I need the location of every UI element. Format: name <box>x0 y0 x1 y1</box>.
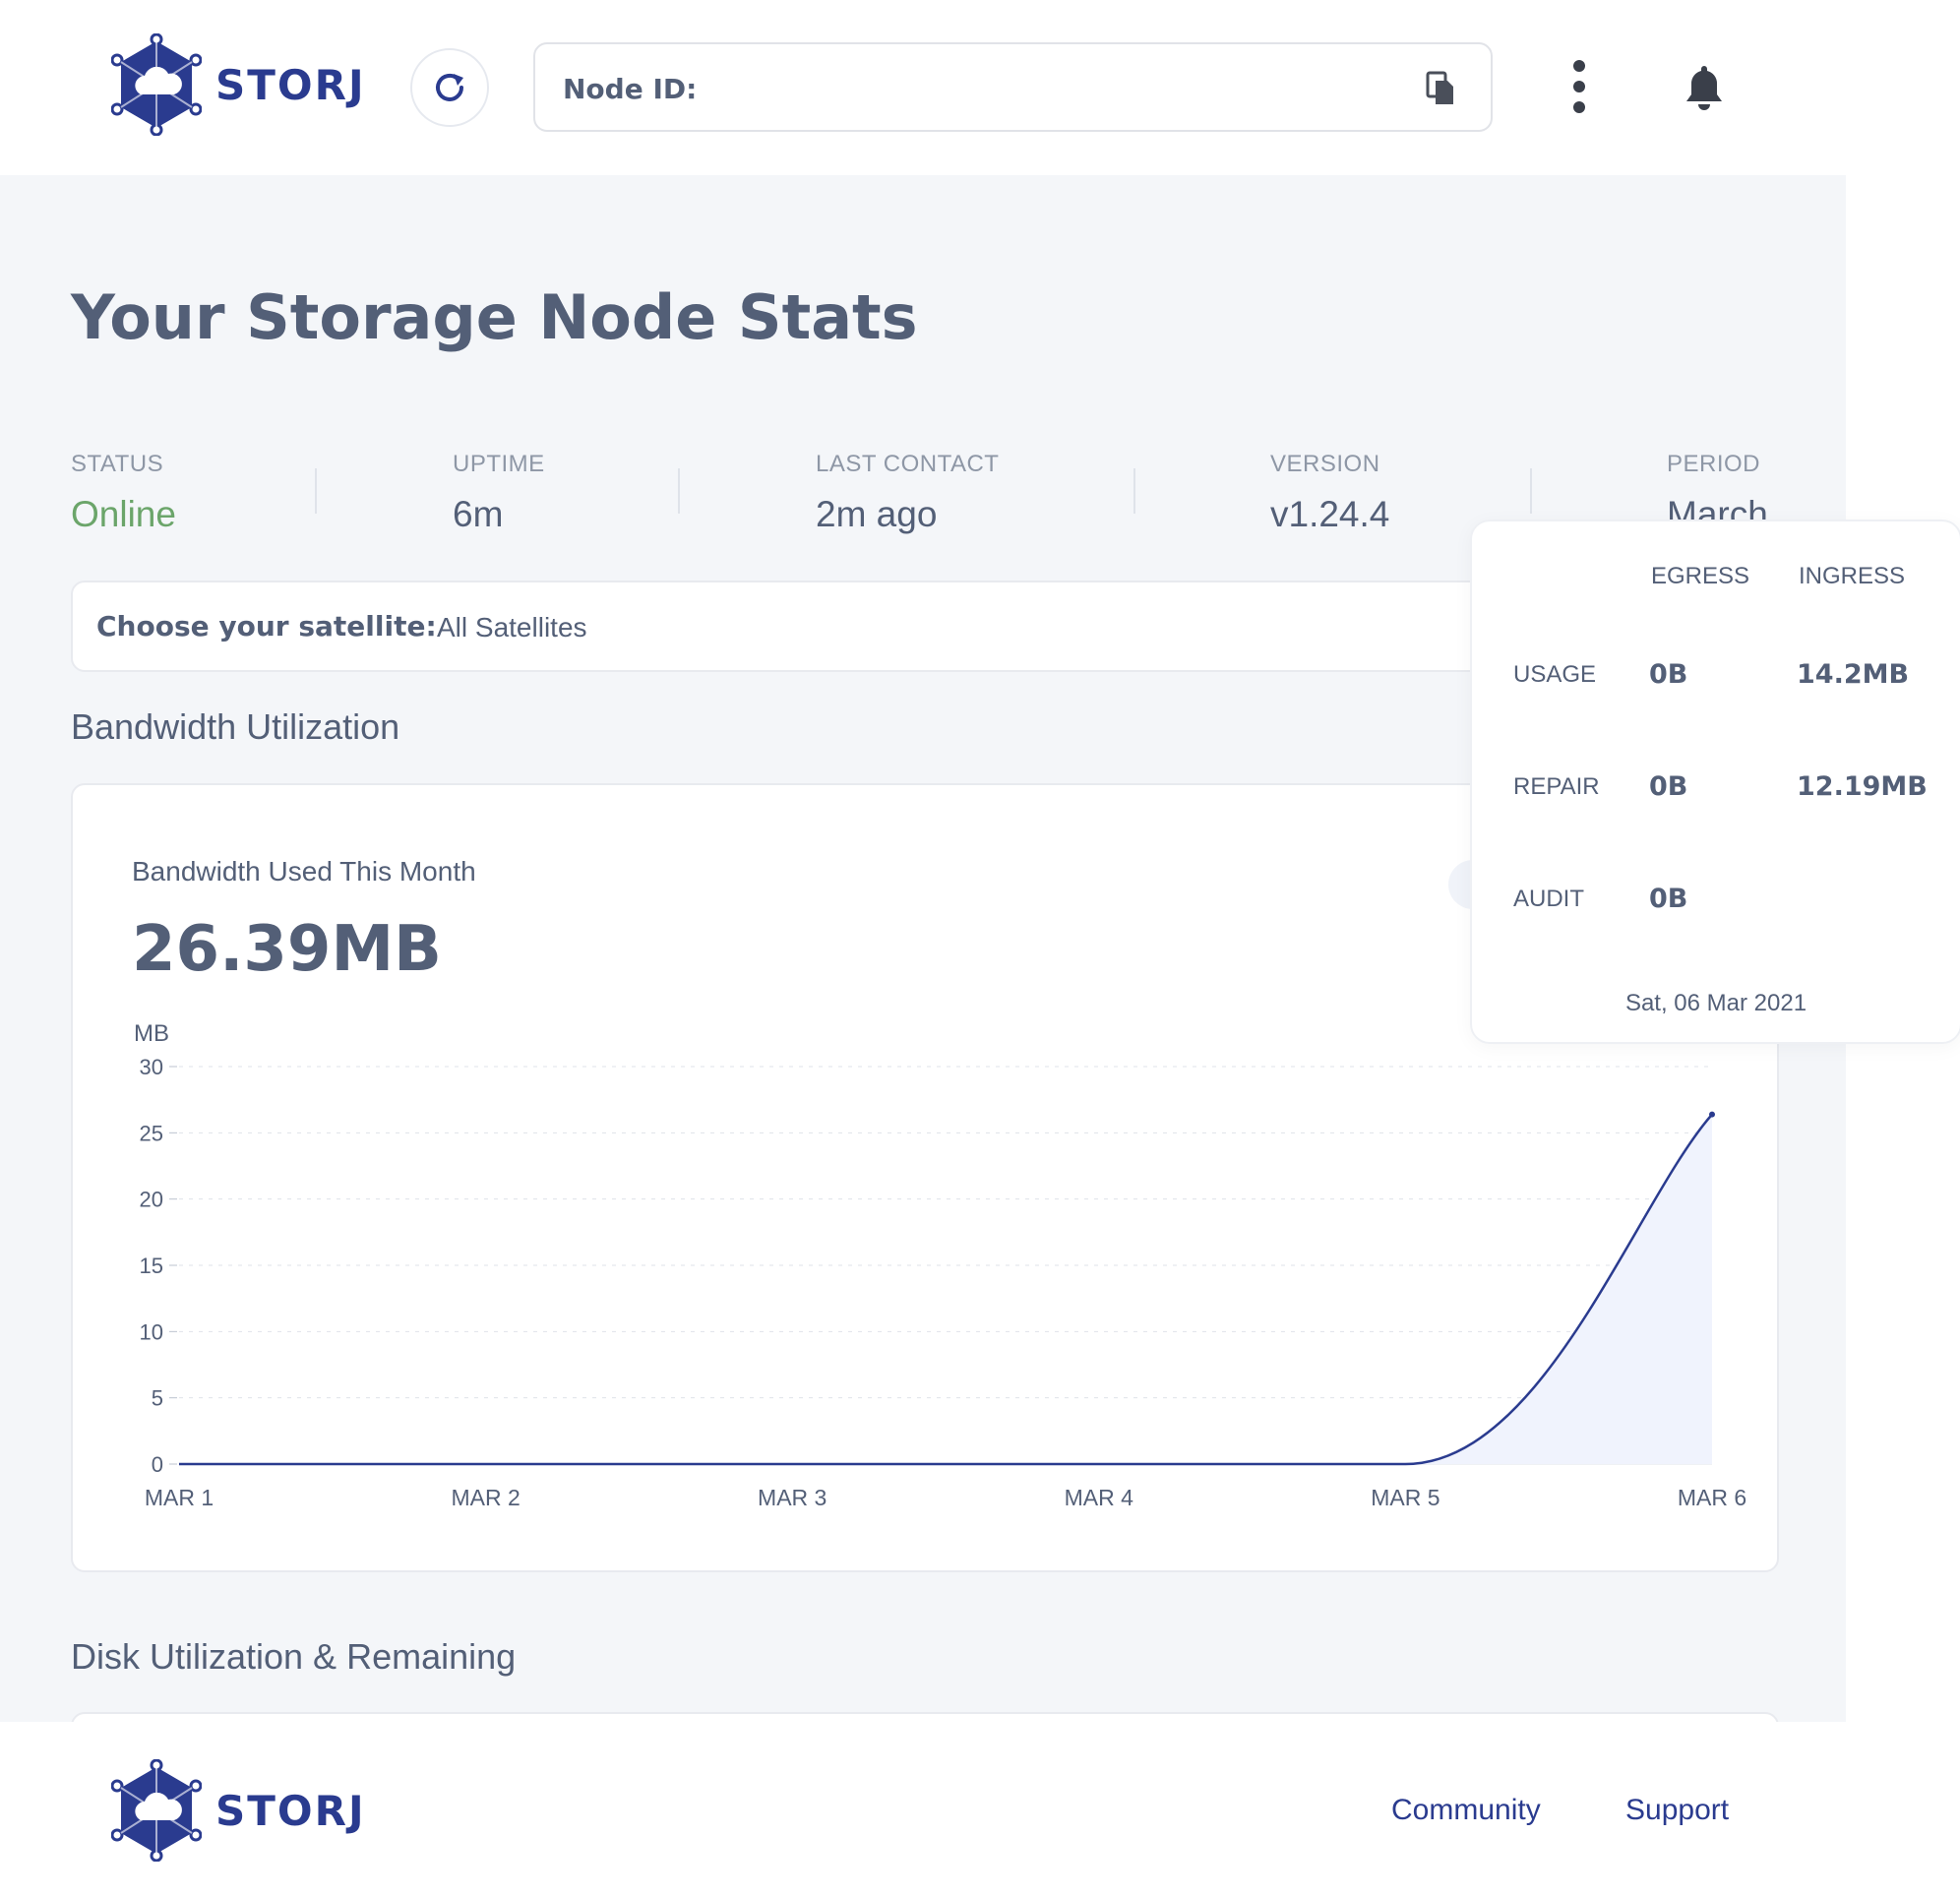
tooltip-row-label: REPAIR <box>1513 773 1600 800</box>
satellite-label: Choose your satellite: <box>96 610 437 643</box>
tooltip-usage-egress: 0B <box>1649 659 1688 690</box>
stat-divider <box>678 468 680 514</box>
x-tick-label: MAR 4 <box>1065 1485 1134 1510</box>
y-tick-label: 25 <box>140 1121 163 1145</box>
copy-icon[interactable] <box>1426 71 1455 111</box>
stat-status-value: Online <box>71 494 176 534</box>
storj-logo[interactable]: STORJ <box>111 33 366 136</box>
chart-tooltip: EGRESS INGRESS USAGE 0B 14.2MB REPAIR 0B… <box>1470 520 1960 1044</box>
stat-version: VERSION v1.24.4 <box>1270 451 1389 535</box>
bandwidth-line <box>178 1113 1713 1466</box>
storj-logo-icon <box>111 33 202 136</box>
stat-status-label: STATUS <box>71 451 164 477</box>
tooltip-audit-egress: 0B <box>1649 884 1688 914</box>
stat-last-contact-value: 2m ago <box>816 494 938 534</box>
tooltip-usage-ingress: 14.2MB <box>1797 659 1910 690</box>
node-id-field: Node ID: <box>533 42 1493 132</box>
bandwidth-area <box>179 1114 1712 1464</box>
stat-uptime: UPTIME 6m <box>453 451 545 535</box>
node-id-label: Node ID: <box>563 73 698 105</box>
tooltip-col-egress: EGRESS <box>1651 563 1750 589</box>
stat-period-label: PERIOD <box>1667 451 1761 477</box>
stat-version-label: VERSION <box>1270 451 1380 477</box>
header: STORJ Node ID: <box>0 0 1960 175</box>
stat-divider <box>315 468 317 514</box>
data-point[interactable] <box>1709 1111 1715 1118</box>
tooltip-row-label: AUDIT <box>1513 886 1584 912</box>
x-tick-label: MAR 2 <box>451 1485 520 1510</box>
footer-logo-text: STORJ <box>215 1786 366 1835</box>
x-tick-label: MAR 5 <box>1371 1485 1439 1510</box>
footer: STORJ Community Support <box>0 1722 1960 1897</box>
tooltip-row-label: USAGE <box>1513 661 1597 688</box>
tooltip-repair-ingress: 12.19MB <box>1797 771 1928 802</box>
disk-section-title: Disk Utilization & Remaining <box>71 1636 517 1677</box>
stat-uptime-label: UPTIME <box>453 451 545 477</box>
stat-version-value: v1.24.4 <box>1270 494 1390 534</box>
y-tick-label: 0 <box>152 1452 163 1477</box>
y-tick-label: 30 <box>140 1055 163 1079</box>
x-tick-label: MAR 6 <box>1678 1485 1746 1510</box>
stat-divider <box>1133 468 1135 514</box>
refresh-icon <box>436 73 463 101</box>
more-vertical-icon[interactable] <box>1571 59 1587 119</box>
y-tick-label: 20 <box>140 1188 163 1212</box>
y-axis-unit-label: MB <box>134 1020 169 1047</box>
stat-uptime-value: 6m <box>453 494 504 534</box>
bell-icon[interactable] <box>1683 63 1726 117</box>
y-tick-label: 5 <box>152 1386 163 1411</box>
refresh-button[interactable] <box>410 48 489 127</box>
storj-logo-icon <box>111 1759 202 1862</box>
stat-last-contact-label: LAST CONTACT <box>816 451 1000 477</box>
y-tick-label: 15 <box>140 1254 163 1278</box>
support-link[interactable]: Support <box>1625 1794 1729 1827</box>
bandwidth-section-title: Bandwidth Utilization <box>71 706 400 747</box>
stat-divider <box>1530 468 1532 514</box>
x-tick-label: MAR 3 <box>758 1485 827 1510</box>
community-link[interactable]: Community <box>1391 1794 1541 1827</box>
footer-logo[interactable]: STORJ <box>111 1759 366 1862</box>
x-tick-label: MAR 1 <box>145 1485 214 1510</box>
satellite-value: All Satellites <box>437 612 587 643</box>
logo-text: STORJ <box>215 60 366 109</box>
tooltip-repair-egress: 0B <box>1649 771 1688 802</box>
page-title: Your Storage Node Stats <box>71 281 918 353</box>
tooltip-col-ingress: INGRESS <box>1799 563 1906 589</box>
stat-last-contact: LAST CONTACT 2m ago <box>816 451 999 535</box>
stat-status: STATUS Online <box>71 451 176 535</box>
tooltip-date: Sat, 06 Mar 2021 <box>1624 990 1807 1016</box>
y-tick-label: 10 <box>140 1319 163 1344</box>
